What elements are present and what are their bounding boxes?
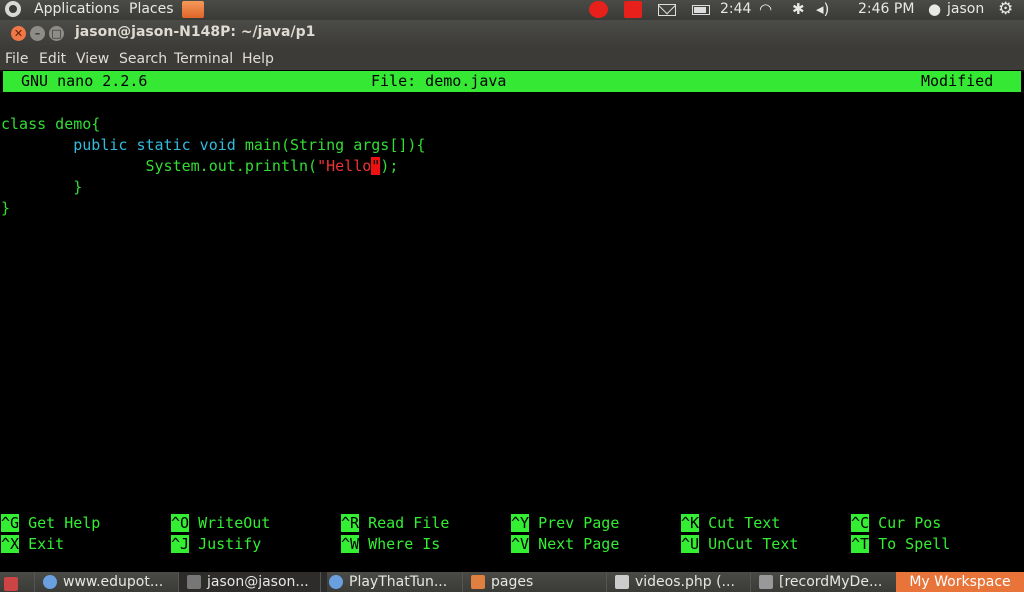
minimize-window-button[interactable]: – xyxy=(30,26,45,41)
wifi-icon[interactable]: ◠ xyxy=(759,0,772,20)
volume-icon[interactable]: ◂) xyxy=(816,0,829,20)
taskbar-item-terminal[interactable]: jason@jason... xyxy=(178,572,327,592)
window-icon xyxy=(759,575,773,589)
browser-icon xyxy=(43,575,57,589)
taskbar-item-chrome-edupot[interactable]: www.edupot... xyxy=(34,572,185,592)
terminal-area[interactable]: GNU nano 2.2.6 File: demo.java Modified … xyxy=(0,70,1024,572)
stop-icon[interactable] xyxy=(624,1,642,18)
shortcut-next-page: ^V Next Page xyxy=(511,535,620,553)
shortcut-read-file: ^R Read File xyxy=(341,514,450,532)
battery-icon[interactable] xyxy=(692,5,710,15)
clock[interactable]: 2:46 PM xyxy=(858,0,914,20)
shortcut-where-is: ^W Where Is xyxy=(341,535,441,553)
taskbar: www.edupot... jason@jason... PlayThatTun… xyxy=(0,572,1024,592)
bluetooth-icon[interactable]: ✱ xyxy=(792,0,805,20)
code-line-2: public static void main(String args[]){ xyxy=(73,136,426,154)
mail-icon[interactable] xyxy=(658,4,676,16)
taskbar-item-pages[interactable]: pages xyxy=(462,572,611,592)
code-line-3: System.out.println("Hello"); xyxy=(145,157,399,175)
text-editor-icon xyxy=(615,575,629,589)
taskbar-item-videos-php[interactable]: videos.php (... xyxy=(606,572,755,592)
menu-bar: File Edit View Search Terminal Help xyxy=(0,48,1024,70)
code-line-1: class demo{ xyxy=(1,115,101,133)
show-desktop-icon[interactable] xyxy=(4,572,26,592)
folder-icon[interactable] xyxy=(182,1,204,18)
menu-edit[interactable]: Edit xyxy=(39,51,66,67)
window-title: jason@jason-N148P: ~/java/p1 xyxy=(75,24,316,40)
menu-search[interactable]: Search xyxy=(119,51,167,67)
shortcut-uncut-text: ^U UnCut Text xyxy=(681,535,799,553)
browser-icon xyxy=(329,575,343,589)
top-panel: Applications Places 2:44 ◠ ✱ ◂) 2:46 PM … xyxy=(0,0,1024,20)
close-window-button[interactable]: ✕ xyxy=(11,26,26,41)
menu-help[interactable]: Help xyxy=(242,51,274,67)
battery-time: 2:44 xyxy=(720,1,752,17)
shortcut-prev-page: ^Y Prev Page xyxy=(511,514,620,532)
text-cursor: " xyxy=(371,157,381,175)
shortcut-cut-text: ^K Cut Text xyxy=(681,514,781,532)
menu-file[interactable]: File xyxy=(5,51,28,67)
places-menu[interactable]: Places xyxy=(129,0,174,20)
ubuntu-logo-icon[interactable] xyxy=(5,1,21,17)
applications-menu[interactable]: Applications xyxy=(34,0,120,20)
shortcut-to-spell: ^T To Spell xyxy=(851,535,951,553)
folder-icon xyxy=(471,575,485,589)
power-gear-icon[interactable]: ⚙ xyxy=(998,0,1013,20)
shortcut-justify: ^J Justify xyxy=(171,535,262,553)
terminal-icon xyxy=(187,575,201,589)
code-line-4: } xyxy=(1,178,83,196)
taskbar-item-recordmydesktop[interactable]: [recordMyDe... xyxy=(750,572,899,592)
nano-version: GNU nano 2.2.6 xyxy=(21,72,148,90)
user-name[interactable]: jason xyxy=(947,0,984,20)
nano-filename: File: demo.java xyxy=(371,72,507,90)
workspace-switcher[interactable]: My Workspace xyxy=(896,572,1024,592)
taskbar-item-playthattune[interactable]: PlayThatTun... xyxy=(320,572,469,592)
maximize-window-button[interactable]: □ xyxy=(49,26,64,41)
window-title-bar: ✕ – □ jason@jason-N148P: ~/java/p1 xyxy=(0,20,1024,48)
user-icon[interactable]: ● xyxy=(928,0,941,20)
nano-status: Modified xyxy=(921,72,994,90)
code-line-5: } xyxy=(1,199,11,217)
shortcut-writeout: ^O WriteOut xyxy=(171,514,271,532)
shortcut-exit: ^X Exit xyxy=(1,535,65,553)
menu-view[interactable]: View xyxy=(76,51,109,67)
menu-terminal[interactable]: Terminal xyxy=(174,51,233,67)
shortcut-get-help: ^G Get Help xyxy=(1,514,101,532)
nano-header-bar: GNU nano 2.2.6 File: demo.java Modified xyxy=(3,71,1021,92)
record-icon[interactable] xyxy=(589,1,608,18)
shortcut-cur-pos: ^C Cur Pos xyxy=(851,514,942,532)
